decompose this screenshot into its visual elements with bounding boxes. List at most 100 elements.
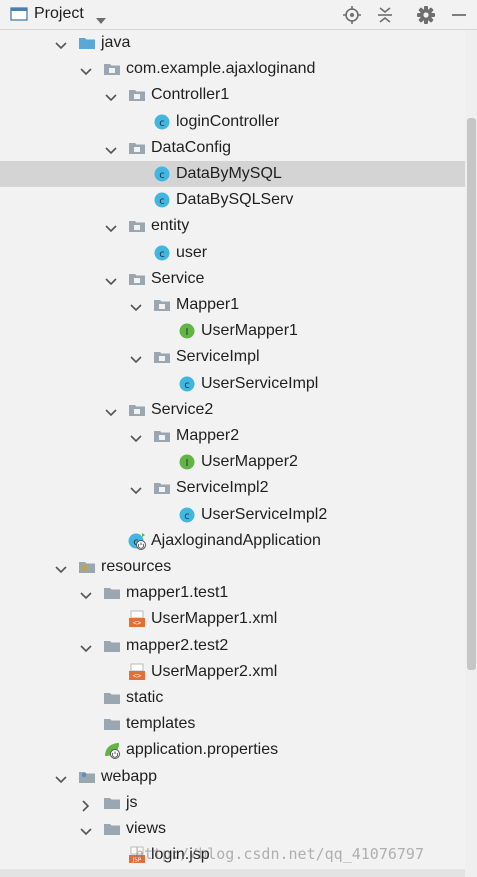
chevron-down-icon[interactable]: [79, 639, 93, 653]
tree-item[interactable]: ServiceImpl2: [0, 475, 465, 501]
chevron-down-icon[interactable]: [79, 822, 93, 836]
folder-icon: [103, 794, 121, 812]
tree-item[interactable]: c UserServiceImpl: [0, 371, 465, 397]
chevron-down-icon[interactable]: [54, 770, 68, 784]
tree-item[interactable]: mapper1.test1: [0, 580, 465, 606]
project-window-icon: [10, 6, 28, 22]
tree-item[interactable]: static: [0, 685, 465, 711]
tree-item[interactable]: js: [0, 790, 465, 816]
project-title[interactable]: Project: [34, 5, 84, 23]
tree-item-label: AjaxloginandApplication: [151, 531, 321, 549]
collapse-all-icon[interactable]: [375, 5, 395, 25]
tree-item-label: application.properties: [126, 741, 279, 759]
tree-item[interactable]: mapper2.test2: [0, 633, 465, 659]
chevron-down-icon[interactable]: [79, 62, 93, 76]
class-icon: c: [178, 375, 196, 393]
chevron-down-icon[interactable]: [79, 586, 93, 600]
next-row-partial: [0, 869, 465, 877]
tree-item[interactable]: c DataBySQLServ: [0, 187, 465, 213]
tree-item[interactable]: Mapper1: [0, 292, 465, 318]
chevron-down-icon[interactable]: [104, 88, 118, 102]
tree-item-label: mapper2.test2: [126, 636, 229, 654]
tree-item-label: ServiceImpl2: [176, 479, 269, 497]
tree-item[interactable]: application.properties: [0, 737, 465, 763]
chevron-down-icon[interactable]: [129, 429, 143, 443]
tree-item[interactable]: templates: [0, 711, 465, 737]
tree-item-label: DataConfig: [151, 138, 232, 156]
svg-text:c: c: [159, 196, 165, 207]
spring-properties-icon: [103, 741, 121, 760]
tree-item[interactable]: c DataByMySQL: [0, 161, 465, 187]
xml-file-icon: <>: [128, 610, 146, 628]
tree-item-label: UserServiceImpl2: [201, 505, 328, 523]
tree-item[interactable]: views: [0, 816, 465, 842]
tree-item[interactable]: entity: [0, 213, 465, 239]
source-folder-icon: [78, 34, 96, 52]
tree-item-label: mapper1.test1: [126, 584, 229, 602]
chevron-down-icon[interactable]: [54, 560, 68, 574]
chevron-down-icon[interactable]: [104, 272, 118, 286]
folder-icon: [103, 715, 121, 733]
tree-item[interactable]: Service: [0, 266, 465, 292]
tree-item[interactable]: java: [0, 30, 465, 56]
tree-item[interactable]: I UserMapper1: [0, 318, 465, 344]
tree-item-label: UserMapper2: [201, 453, 298, 471]
chevron-down-icon[interactable]: [129, 350, 143, 364]
tree-item[interactable]: Service2: [0, 397, 465, 423]
tree-item[interactable]: webapp: [0, 764, 465, 790]
chevron-down-icon[interactable]: [104, 141, 118, 155]
watermark: http://blog.csdn.net/qq_41076797: [135, 845, 424, 863]
tree-item[interactable]: c user: [0, 240, 465, 266]
tree-item[interactable]: Mapper2: [0, 423, 465, 449]
tree-item[interactable]: Controller1: [0, 82, 465, 108]
package-icon: [103, 60, 121, 78]
spring-boot-class-icon: c: [128, 532, 146, 550]
package-icon: [153, 348, 171, 366]
folder-icon: [103, 584, 121, 602]
chevron-down-icon[interactable]: [104, 403, 118, 417]
chevron-down-icon[interactable]: [96, 11, 106, 29]
minimize-icon[interactable]: [449, 5, 469, 25]
locate-icon[interactable]: [342, 5, 362, 25]
tree-item[interactable]: I UserMapper2: [0, 449, 465, 475]
folder-icon: [103, 637, 121, 655]
tree-item[interactable]: c UserServiceImpl2: [0, 502, 465, 528]
tree-item[interactable]: c AjaxloginandApplication: [0, 528, 465, 554]
tree-item-label: UserMapper1.xml: [151, 610, 278, 628]
chevron-down-icon[interactable]: [104, 219, 118, 233]
tree-item-label: js: [126, 793, 138, 811]
tree-item-label: Mapper1: [176, 296, 240, 313]
tree-item[interactable]: resources: [0, 554, 465, 580]
tree-item[interactable]: com.example.ajaxloginand: [0, 56, 465, 82]
tree-item-label: Service2: [151, 400, 214, 418]
tree-item-label: webapp: [101, 767, 158, 785]
interface-icon: I: [178, 322, 196, 340]
tree-item-label: ServiceImpl: [176, 348, 260, 366]
tree-item[interactable]: <> UserMapper1.xml: [0, 606, 465, 632]
web-folder-icon: [78, 768, 96, 786]
svg-text:c: c: [159, 249, 165, 260]
interface-icon: I: [178, 453, 196, 471]
svg-text:c: c: [184, 511, 190, 522]
tree-item[interactable]: c loginController: [0, 109, 465, 135]
package-icon: [128, 86, 146, 104]
tree-item[interactable]: DataConfig: [0, 135, 465, 161]
svg-text:c: c: [184, 380, 190, 391]
tree-item[interactable]: <> UserMapper2.xml: [0, 659, 465, 685]
chevron-down-icon[interactable]: [129, 298, 143, 312]
chevron-down-icon[interactable]: [54, 36, 68, 50]
vertical-scrollbar[interactable]: [465, 30, 477, 877]
chevron-right-icon[interactable]: [79, 796, 93, 812]
project-tree: java com.example.ajaxloginand Controller1 c…: [0, 30, 477, 877]
tree-item-label: com.example.ajaxloginand: [126, 60, 316, 78]
tree-item[interactable]: ServiceImpl: [0, 344, 465, 370]
svg-text:I: I: [186, 458, 189, 469]
gear-icon[interactable]: [416, 5, 436, 25]
svg-text:<>: <>: [133, 672, 141, 680]
package-icon: [153, 427, 171, 445]
tree-item-label: entity: [151, 217, 190, 235]
package-icon: [128, 139, 146, 157]
tree-item-label: UserMapper1: [201, 322, 298, 340]
scrollbar-thumb[interactable]: [467, 118, 476, 670]
chevron-down-icon[interactable]: [129, 481, 143, 495]
